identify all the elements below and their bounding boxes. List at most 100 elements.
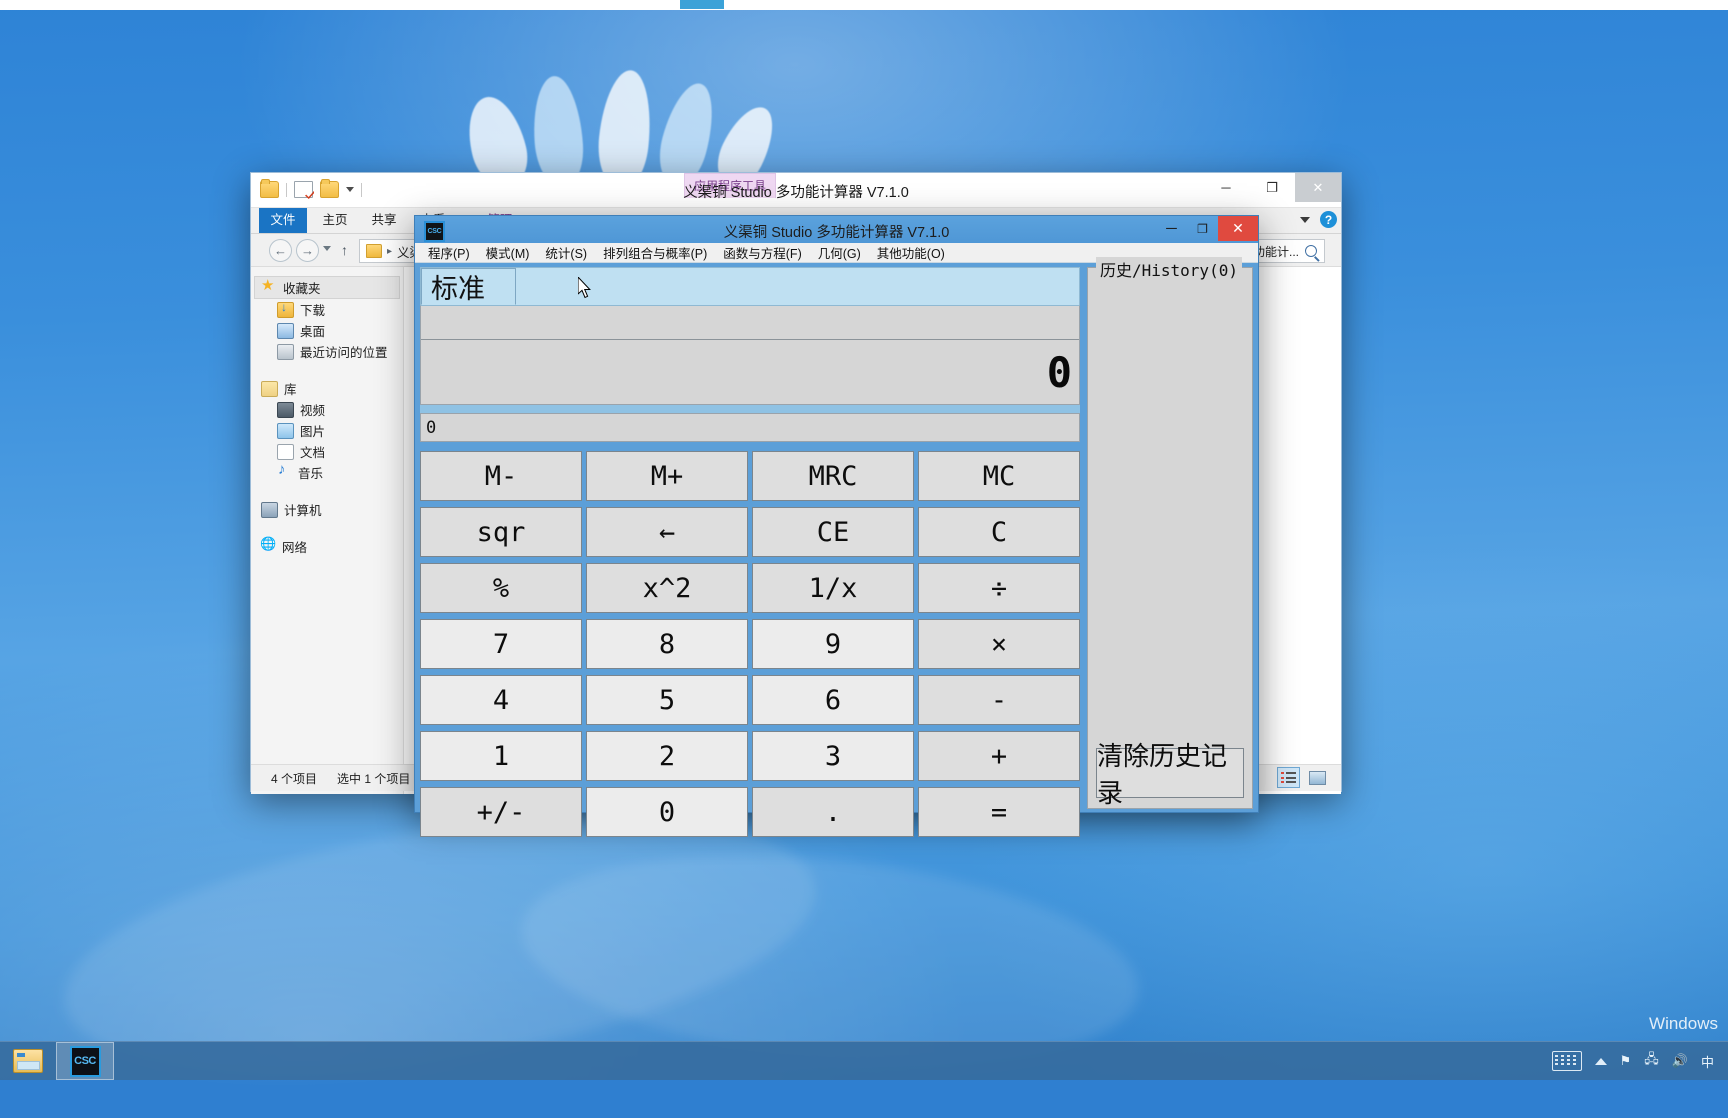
explorer-nav-pane[interactable]: 收藏夹 下载 桌面 最近访问的位置 库 视频 [251,267,404,794]
close-button[interactable]: ✕ [1295,173,1341,202]
sidebar-item-videos[interactable]: 视频 [251,399,403,420]
key-reciprocal[interactable]: 1/x [752,563,914,613]
file-explorer-icon [13,1049,43,1073]
sidebar-item-computer[interactable]: 计算机 [251,499,403,520]
close-button[interactable]: ✕ [1218,216,1258,241]
key-6[interactable]: 6 [752,675,914,725]
menu-item-program[interactable]: 程序(P) [428,243,470,262]
key-0[interactable]: 0 [586,787,748,837]
sidebar-item-libraries[interactable]: 库 [251,378,403,399]
key-3[interactable]: 3 [752,731,914,781]
key-memory-recall[interactable]: MRC [752,451,914,501]
chevron-down-icon[interactable] [1300,216,1310,223]
menu-item-statistics[interactable]: 统计(S) [545,243,587,262]
properties-icon[interactable] [294,181,313,198]
ribbon-right-controls[interactable]: ? [1300,211,1337,228]
key-4[interactable]: 4 [420,675,582,725]
calculator-window[interactable]: CSC 义渠铜 Studio 多功能计算器 V7.1.0 ─ ❐ ✕ 程序(P)… [414,215,1259,837]
key-memory-subtract[interactable]: M- [420,451,582,501]
key-memory-add[interactable]: M+ [586,451,748,501]
details-view-button[interactable] [1277,767,1300,788]
menu-item-mode[interactable]: 模式(M) [486,243,530,262]
taskbar-item-calculator[interactable]: CSC [56,1042,114,1080]
key-equals[interactable]: = [918,787,1080,837]
tab-standard[interactable]: 标准 [421,268,516,305]
clear-history-button[interactable]: 清除历史记录 [1096,741,1244,808]
forward-button[interactable]: → [296,239,319,262]
sidebar-item-network[interactable]: 网络 [251,536,403,557]
key-2[interactable]: 2 [586,731,748,781]
help-icon[interactable]: ? [1320,211,1337,228]
desktop-icon [277,322,294,339]
sidebar-item-pictures[interactable]: 图片 [251,420,403,441]
flag-icon[interactable]: ⚑ [1620,1053,1632,1069]
back-button[interactable]: ← [269,239,292,262]
folder-icon[interactable] [260,179,279,198]
maximize-button[interactable]: ❐ [1187,216,1218,241]
keyboard-icon[interactable] [1551,1051,1582,1071]
history-list[interactable] [1094,282,1246,742]
key-subtract[interactable]: - [918,675,1080,725]
calculator-title-bar[interactable]: CSC 义渠铜 Studio 多功能计算器 V7.1.0 ─ ❐ ✕ [415,216,1258,243]
key-5[interactable]: 5 [586,675,748,725]
key-square[interactable]: x^2 [586,563,748,613]
show-hidden-icons-icon[interactable] [1594,1057,1607,1065]
taskbar[interactable]: CSC ⚑ 🖧 🔊 中 [0,1041,1728,1080]
sidebar-item-desktop[interactable]: 桌面 [251,320,403,341]
up-button[interactable]: ↑ [341,242,348,258]
picture-icon [277,422,294,439]
ribbon-tab-file[interactable]: 文件 [259,208,307,233]
system-tray[interactable]: ⚑ 🖧 🔊 中 [1551,1042,1724,1080]
key-memory-clear[interactable]: MC [918,451,1080,501]
menu-item-functions-equations[interactable]: 函数与方程(F) [723,243,801,262]
sidebar-item-music[interactable]: 音乐 [251,461,403,483]
explorer-window-controls[interactable]: ─ ❐ ✕ [1203,173,1341,202]
key-9[interactable]: 9 [752,619,914,669]
ribbon-tab-home[interactable]: 主页 [312,208,358,233]
new-folder-icon[interactable] [320,179,339,198]
key-backspace[interactable]: ← [586,507,748,557]
key-percent[interactable]: % [420,563,582,613]
sidebar-item-favorites[interactable]: 收藏夹 [254,276,400,299]
network-icon[interactable]: 🖧 [1644,1050,1659,1072]
taskbar-item-file-explorer[interactable] [0,1043,56,1079]
key-7[interactable]: 7 [420,619,582,669]
minimize-button[interactable]: ─ [1203,173,1249,202]
details-view-icon [1281,772,1296,783]
view-mode-buttons[interactable] [1277,767,1329,788]
explorer-title-bar[interactable]: 应用程序工具 义渠铜 Studio 多功能计算器 V7.1.0 ─ ❐ ✕ [251,173,1341,208]
large-icons-view-button[interactable] [1306,767,1329,788]
key-decimal-point[interactable]: . [752,787,914,837]
key-clear-entry[interactable]: CE [752,507,914,557]
sidebar-item-recent-places[interactable]: 最近访问的位置 [251,341,403,362]
recent-locations-icon[interactable] [323,246,331,251]
key-8[interactable]: 8 [586,619,748,669]
quick-access-toolbar[interactable] [260,179,362,198]
calculator-keypad[interactable]: M- M+ MRC MC sqr ← CE C % x^2 1/x ÷ 7 8 … [420,451,1080,837]
key-sqrt[interactable]: sqr [420,507,582,557]
ime-indicator[interactable]: 中 [1701,1052,1714,1071]
calculator-window-controls[interactable]: ─ ❐ ✕ [1156,216,1258,241]
key-add[interactable]: + [918,731,1080,781]
minimize-button[interactable]: ─ [1156,216,1187,241]
key-clear[interactable]: C [918,507,1080,557]
sidebar-item-downloads[interactable]: 下载 [251,299,403,320]
key-multiply[interactable]: × [918,619,1080,669]
ribbon-tab-share[interactable]: 共享 [361,208,407,233]
key-sign-toggle[interactable]: +/- [420,787,582,837]
key-1[interactable]: 1 [420,731,582,781]
volume-icon[interactable]: 🔊 [1672,1053,1688,1069]
key-divide[interactable]: ÷ [918,563,1080,613]
menu-item-other-functions[interactable]: 其他功能(O) [877,243,945,262]
calculator-display: 0 [420,305,1080,405]
calculator-mode-tabs[interactable]: 标准 [420,267,1080,305]
explorer-title: 义渠铜 Studio 多功能计算器 V7.1.0 [683,185,909,201]
menu-item-permutation-probability[interactable]: 排列组合与概率(P) [603,243,707,262]
sidebar-item-documents[interactable]: 文档 [251,441,403,462]
large-icons-icon [1309,770,1326,785]
menu-item-geometry[interactable]: 几何(G) [818,243,861,262]
chevron-down-icon[interactable] [346,187,354,192]
maximize-button[interactable]: ❐ [1249,173,1295,202]
music-icon [277,461,292,480]
divider [286,182,287,197]
